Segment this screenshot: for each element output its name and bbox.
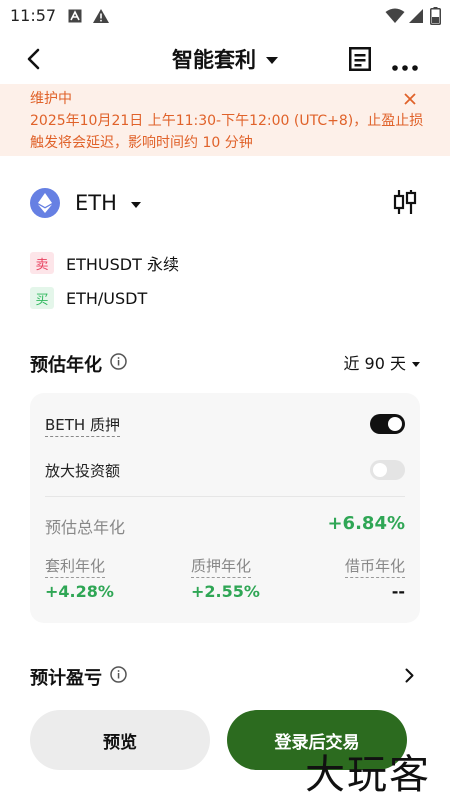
estimate-title: 预估年化 <box>30 351 127 377</box>
signal-icon <box>408 8 424 28</box>
pair-text: ETH/USDT <box>66 288 148 308</box>
staking-annualized: 质押年化 +2.55% <box>191 555 260 601</box>
borrow-annualized-label: 借币年化 <box>344 555 405 578</box>
close-icon[interactable] <box>404 90 416 109</box>
banner-message: 2025年10月21日 上午11:30-下午12:00 (UTC+8)，止盈止损… <box>30 113 424 151</box>
staking-annualized-value: +2.55% <box>191 582 260 601</box>
total-annualized-value: +6.84% <box>327 513 405 534</box>
caret-down-icon <box>130 194 141 213</box>
page-title: 智能套利 <box>172 48 256 72</box>
status-bar: 11:57 <box>0 0 450 34</box>
borrow-annualized-value: -- <box>391 582 405 601</box>
beth-stake-label: BETH 质押 <box>45 414 120 437</box>
candlestick-chart-icon[interactable] <box>393 189 417 219</box>
maintenance-banner: 维护中 2025年10月21日 上午11:30-下午12:00 (UTC+8)，… <box>0 84 450 156</box>
sell-badge: 卖 <box>30 252 54 274</box>
arbitrage-annualized: 套利年化 +4.28% <box>45 555 114 601</box>
wifi-icon <box>385 8 405 28</box>
period-label: 近 90 天 <box>343 354 406 373</box>
caret-down-icon[interactable] <box>266 50 278 69</box>
borrow-annualized: 借币年化 -- <box>344 555 405 601</box>
buy-badge: 买 <box>30 287 54 309</box>
arbitrage-annualized-label: 套利年化 <box>45 555 106 578</box>
total-annualized-label: 预估总年化 <box>45 518 126 537</box>
eth-logo-icon <box>30 188 60 218</box>
estimate-card: BETH 质押 放大投资额 预估总年化 +6.84% 套利年化 +4.28% 质… <box>30 393 420 623</box>
chevron-right-icon[interactable] <box>405 668 414 687</box>
period-selector[interactable]: 近 90 天 <box>343 350 420 374</box>
info-icon[interactable] <box>110 353 127 375</box>
info-icon[interactable] <box>110 666 127 688</box>
asset-selector[interactable]: ETH <box>30 187 141 219</box>
warning-icon <box>92 8 110 28</box>
arbitrage-annualized-value: +4.28% <box>45 582 114 601</box>
pnl-title[interactable]: 预计盈亏 <box>30 664 127 690</box>
pair-row-buy: 买 ETH/USDT <box>30 286 147 310</box>
order-record-icon[interactable] <box>349 47 371 75</box>
battery-icon <box>430 7 441 29</box>
back-arrow-icon[interactable] <box>26 48 40 74</box>
caret-down-icon <box>412 353 420 372</box>
estimate-title-text: 预估年化 <box>30 355 102 376</box>
pair-text: ETHUSDT 永续 <box>66 255 179 274</box>
beth-stake-toggle[interactable] <box>370 414 405 434</box>
banner-title: 维护中 <box>30 91 72 107</box>
divider <box>45 496 405 497</box>
amplify-investment-label: 放大投资额 <box>45 462 121 480</box>
staking-annualized-label: 质押年化 <box>191 555 252 578</box>
more-icon[interactable] <box>392 56 418 75</box>
asset-name: ETH <box>75 191 117 215</box>
pair-row-sell: 卖 ETHUSDT 永续 <box>30 251 179 275</box>
amplify-investment-toggle[interactable] <box>370 460 405 480</box>
font-a-icon <box>68 8 82 27</box>
preview-button[interactable]: 预览 <box>30 710 210 770</box>
watermark-text: 大玩客 <box>305 752 431 798</box>
pnl-title-text: 预计盈亏 <box>30 668 102 689</box>
status-time: 11:57 <box>10 6 57 25</box>
top-nav: 智能套利 <box>0 34 450 84</box>
